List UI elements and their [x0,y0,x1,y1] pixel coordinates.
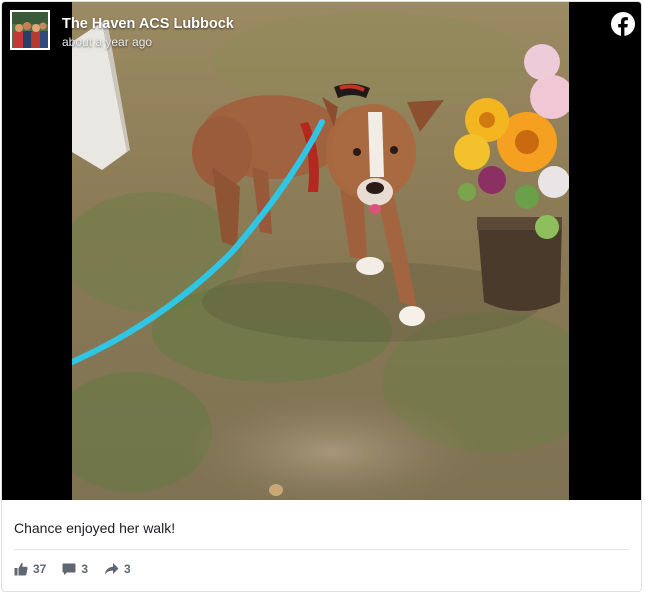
page-name-link[interactable]: The Haven ACS Lubbock [62,16,234,33]
facebook-post-card: The Haven ACS Lubbock about a year ago C… [1,1,642,592]
post-caption: Chance enjoyed her walk! [14,520,176,536]
post-media[interactable] [2,2,641,500]
comment-icon [62,563,76,575]
likes-stat[interactable]: 37 [14,562,46,576]
post-photo[interactable] [72,2,569,500]
facebook-icon[interactable] [611,12,635,36]
share-arrow-icon [104,563,119,575]
group-photo-avatar-icon [12,12,48,48]
likes-count: 37 [33,562,47,576]
shares-stat[interactable]: 3 [104,562,131,576]
shares-count: 3 [124,562,131,576]
comments-count: 3 [81,562,89,576]
dog-photo-illustration [72,2,569,500]
facebook-logo-icon [611,12,635,36]
post-timestamp-link[interactable]: about a year ago [62,35,234,50]
thumbs-up-icon [14,562,28,576]
engagement-stats: 37 3 3 [14,562,147,576]
page-avatar[interactable] [10,10,50,50]
post-header: The Haven ACS Lubbock about a year ago [10,10,234,56]
divider [14,549,629,550]
page-info: The Haven ACS Lubbock about a year ago [62,16,234,50]
comments-stat[interactable]: 3 [62,562,88,576]
